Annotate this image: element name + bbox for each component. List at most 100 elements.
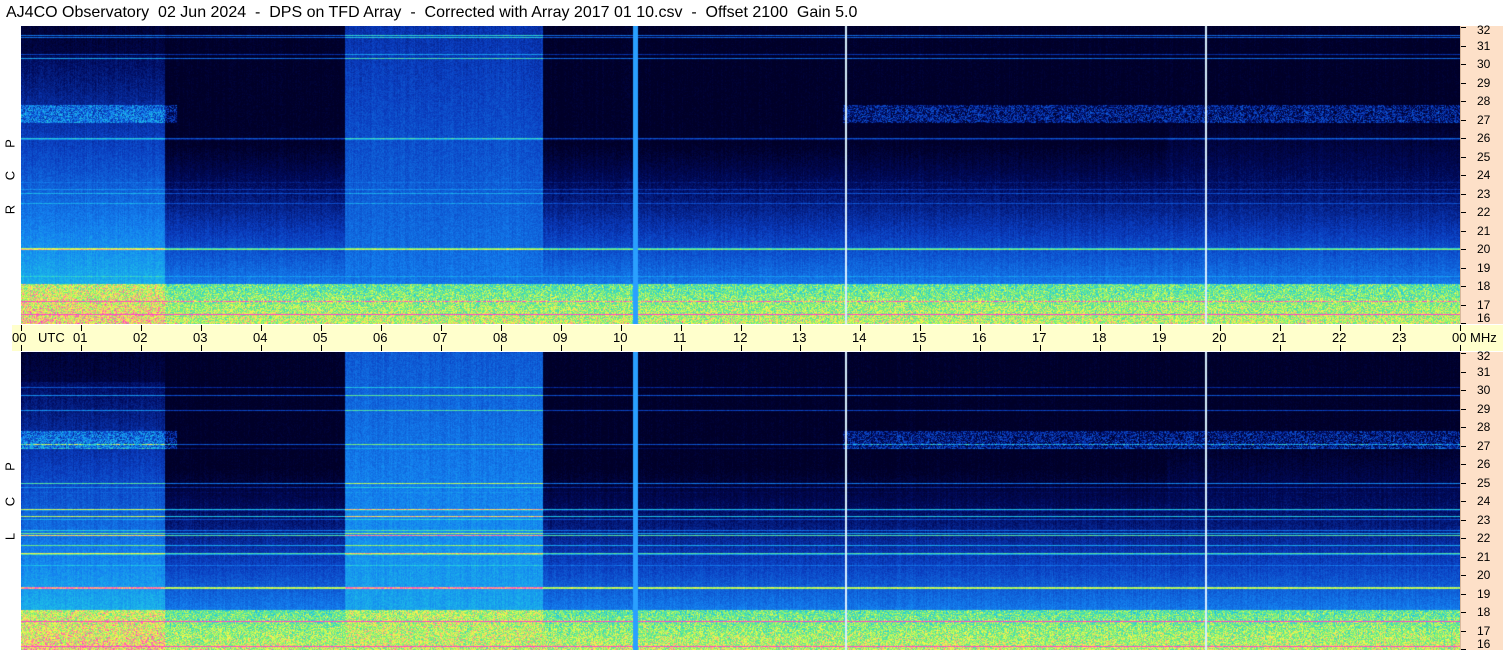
y-tick xyxy=(1461,138,1466,139)
x-tick xyxy=(1340,345,1341,351)
x-tick-label: 03 xyxy=(193,330,208,345)
mhz-label: MHz xyxy=(1470,330,1497,345)
side-letter: C xyxy=(2,170,18,181)
side-letter: L xyxy=(2,532,18,541)
x-tick-label: 19 xyxy=(1152,330,1167,345)
x-tick-label: 13 xyxy=(792,330,807,345)
x-tick-label: 00 xyxy=(12,330,27,345)
x-tick-label: 02 xyxy=(133,330,148,345)
spectrogram-lcp-canvas xyxy=(21,352,1460,650)
y-tick xyxy=(1461,120,1466,121)
y-tick-label: 30 xyxy=(1477,383,1491,397)
y-tick xyxy=(1461,175,1466,176)
x-tick xyxy=(1460,345,1461,351)
x-tick xyxy=(1040,345,1041,351)
y-tick xyxy=(1461,27,1466,28)
x-tick xyxy=(920,345,921,351)
y-tick-label: 31 xyxy=(1477,39,1491,53)
y-tick-label: 25 xyxy=(1477,150,1491,164)
x-tick-label: 18 xyxy=(1092,330,1107,345)
x-tick xyxy=(1220,345,1221,351)
y-tick-label: 18 xyxy=(1477,279,1491,293)
side-letter: P xyxy=(2,139,18,148)
y-tick xyxy=(1461,46,1466,47)
utc-label: UTC xyxy=(38,330,65,345)
y-tick-label: 19 xyxy=(1477,587,1491,601)
y-tick-label: 16 xyxy=(1477,637,1491,651)
side-letter: C xyxy=(2,496,18,507)
y-tick-label: 20 xyxy=(1477,242,1491,256)
time-axis: 00 01 02 03 04 05 06 07 08 09 10 11 12 13 14 15 16 17 18 19… xyxy=(12,325,1503,351)
x-tick-label: 14 xyxy=(852,330,867,345)
x-tick-label: 06 xyxy=(373,330,388,345)
y-tick xyxy=(1461,631,1466,632)
y-tick-label: 22 xyxy=(1477,531,1491,545)
x-tick-label: 08 xyxy=(493,330,508,345)
x-tick xyxy=(800,345,801,351)
chart-title: AJ4CO Observatory 02 Jun 2024 - DPS on T… xyxy=(6,4,858,21)
y-tick xyxy=(1461,194,1466,195)
y-tick xyxy=(1461,83,1466,84)
y-tick-label: 21 xyxy=(1477,224,1491,238)
y-tick xyxy=(1461,390,1466,391)
y-tick-label: 29 xyxy=(1477,76,1491,90)
y-tick-label: 20 xyxy=(1477,568,1491,582)
x-tick xyxy=(501,345,502,351)
x-tick-label: 07 xyxy=(433,330,448,345)
y-tick-label: 27 xyxy=(1477,439,1491,453)
x-tick-label: 05 xyxy=(313,330,328,345)
y-tick-label: 23 xyxy=(1477,187,1491,201)
y-tick-label: 16 xyxy=(1477,311,1491,325)
y-tick-label: 24 xyxy=(1477,168,1491,182)
y-tick xyxy=(1461,501,1466,502)
x-tick xyxy=(381,345,382,351)
y-tick xyxy=(1461,538,1466,539)
y-tick xyxy=(1461,372,1466,373)
y-tick xyxy=(1461,575,1466,576)
x-tick xyxy=(1400,345,1401,351)
y-tick-label: 28 xyxy=(1477,94,1491,108)
y-tick xyxy=(1461,649,1466,650)
x-tick-label: 17 xyxy=(1032,330,1047,345)
y-tick xyxy=(1461,305,1466,306)
y-tick-label: 26 xyxy=(1477,457,1491,471)
y-tick-label: 23 xyxy=(1477,513,1491,527)
x-tick xyxy=(860,345,861,351)
y-tick-label: 27 xyxy=(1477,113,1491,127)
y-tick xyxy=(1461,64,1466,65)
x-tick xyxy=(261,345,262,351)
y-tick xyxy=(1461,427,1466,428)
y-tick xyxy=(1461,557,1466,558)
x-tick-label: 16 xyxy=(972,330,987,345)
x-tick xyxy=(681,345,682,351)
y-tick-label: 26 xyxy=(1477,131,1491,145)
y-tick-label: 25 xyxy=(1477,476,1491,490)
side-letter: R xyxy=(2,204,18,215)
y-tick xyxy=(1461,594,1466,595)
x-tick-label: 20 xyxy=(1212,330,1227,345)
x-tick xyxy=(141,345,142,351)
x-tick xyxy=(741,345,742,351)
x-tick-label: 04 xyxy=(253,330,268,345)
side-letter: P xyxy=(2,462,18,471)
frequency-axis-rcp: 16 17 18 19 20 21 22 23 24 25 26 27 28 29 30 31 32 xyxy=(1460,24,1503,325)
x-tick xyxy=(21,345,22,351)
y-tick xyxy=(1461,612,1466,613)
y-tick-label: 30 xyxy=(1477,57,1491,71)
x-tick xyxy=(321,345,322,351)
frequency-axis-lcp: 16 17 18 19 20 21 22 23 24 25 26 27 28 29 30 31 32 xyxy=(1460,349,1503,651)
y-tick-label: 29 xyxy=(1477,402,1491,416)
y-tick xyxy=(1461,409,1466,410)
y-tick xyxy=(1461,286,1466,287)
x-tick xyxy=(621,345,622,351)
side-label-rcp: P C R xyxy=(2,126,18,236)
y-tick xyxy=(1461,520,1466,521)
x-tick xyxy=(561,345,562,351)
side-label-lcp: P C L xyxy=(2,456,18,566)
x-tick-label: 21 xyxy=(1272,330,1287,345)
y-tick-label: 32 xyxy=(1477,349,1491,363)
x-tick xyxy=(201,345,202,351)
x-tick xyxy=(1100,345,1101,351)
spectrogram-rcp xyxy=(21,26,1460,324)
y-tick xyxy=(1461,323,1466,324)
